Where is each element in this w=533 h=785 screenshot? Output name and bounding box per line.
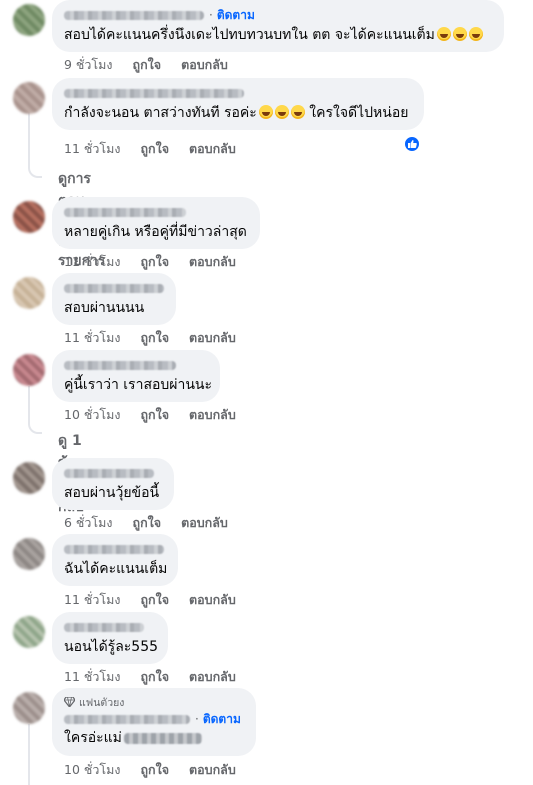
reply-button[interactable]: ตอบกลับ bbox=[189, 405, 236, 425]
laughing-emoji-icon bbox=[258, 105, 273, 119]
timestamp[interactable]: 9 ชั่วโมง bbox=[64, 55, 113, 75]
top-fan-badge: แฟนตัวยง bbox=[64, 695, 244, 709]
commenter-name[interactable] bbox=[64, 714, 190, 724]
laughing-emoji-icon bbox=[274, 105, 289, 119]
comment-actions: 11 ชั่วโมง ถูกใจ ตอบกลับ bbox=[64, 667, 236, 687]
like-button[interactable]: ถูกใจ bbox=[140, 139, 169, 159]
diamond-icon bbox=[64, 697, 75, 707]
reply-button[interactable]: ตอบกลับ bbox=[189, 590, 236, 610]
comment-bubble: ฉันได้คะแนนเต็ม bbox=[52, 534, 178, 586]
avatar[interactable] bbox=[13, 354, 45, 386]
comment-text: สอบได้คะแนนครึ่งนึงเดะไปทบทวนบทใน ตต จะไ… bbox=[64, 26, 492, 45]
commenter-name[interactable] bbox=[64, 10, 204, 20]
reply-button[interactable]: ตอบกลับ bbox=[189, 760, 236, 780]
grin-emoji-icon bbox=[436, 27, 451, 41]
comment-text: นอนได้รู้ละ555 bbox=[64, 639, 159, 655]
like-button[interactable]: ถูกใจ bbox=[140, 760, 169, 780]
avatar[interactable] bbox=[13, 692, 45, 724]
thread-line bbox=[28, 386, 30, 422]
comment-bubble: คู่นี้เราว่า เราสอบผ่านนะ bbox=[52, 350, 220, 402]
like-button[interactable]: ถูกใจ bbox=[140, 667, 169, 687]
comment-actions: 11 ชั่วโมง ถูกใจ ตอบกลับ bbox=[64, 252, 236, 272]
comment-bubble: นอนได้รู้ละ555 bbox=[52, 612, 168, 664]
commenter-name[interactable] bbox=[64, 544, 164, 554]
timestamp[interactable]: 10 ชั่วโมง bbox=[64, 405, 120, 425]
avatar[interactable] bbox=[13, 201, 45, 233]
timestamp[interactable]: 11 ชั่วโมง bbox=[64, 590, 120, 610]
comment-bubble: หลายคู่เกิน หรือคู่ที่มีข่าวล่าสุด bbox=[52, 197, 260, 249]
avatar[interactable] bbox=[13, 277, 45, 309]
comment-bubble: กำลังจะนอน ตาสว่างทันที รอค่ะ ใครใจดีไปห… bbox=[52, 78, 424, 130]
timestamp[interactable]: 11 ชั่วโมง bbox=[64, 328, 120, 348]
comment-text: สอบผ่านวุ้ยข้อนี้ bbox=[64, 485, 160, 501]
follow-link[interactable]: ติดตาม bbox=[217, 6, 255, 25]
comment-actions: 11 ชั่วโมง ถูกใจ ตอบกลับ bbox=[64, 590, 236, 610]
thread-line bbox=[28, 112, 30, 168]
comment-actions: 9 ชั่วโมง ถูกใจ ตอบกลับ bbox=[64, 55, 228, 75]
comment-bubble: สอบผ่านนนน bbox=[52, 273, 176, 325]
thread-connector bbox=[28, 164, 42, 178]
thread-connector bbox=[28, 420, 42, 434]
thumbs-up-reaction-icon[interactable] bbox=[403, 135, 421, 153]
timestamp[interactable]: 11 ชั่วโมง bbox=[64, 252, 120, 272]
commenter-name[interactable] bbox=[64, 283, 164, 293]
grin-emoji-icon bbox=[452, 27, 467, 41]
reply-button[interactable]: ตอบกลับ bbox=[189, 252, 236, 272]
like-button[interactable]: ถูกใจ bbox=[140, 590, 169, 610]
avatar[interactable] bbox=[13, 538, 45, 570]
mention-name bbox=[123, 732, 202, 744]
grin-emoji-icon bbox=[468, 27, 483, 41]
commenter-name[interactable] bbox=[64, 622, 144, 632]
like-button[interactable]: ถูกใจ bbox=[133, 55, 162, 75]
comment-text: คู่นี้เราว่า เราสอบผ่านนะ bbox=[64, 377, 213, 393]
like-button[interactable]: ถูกใจ bbox=[140, 405, 169, 425]
reply-button[interactable]: ตอบกลับ bbox=[189, 667, 236, 687]
avatar[interactable] bbox=[13, 616, 45, 648]
reply-button[interactable]: ตอบกลับ bbox=[181, 513, 228, 533]
commenter-name[interactable] bbox=[64, 468, 154, 478]
follow-link[interactable]: ติดตาม bbox=[203, 710, 241, 729]
comment-bubble: แฟนตัวยง · ติดตาม ใครอ่ะแม่ bbox=[52, 688, 256, 756]
comment-actions: 6 ชั่วโมง ถูกใจ ตอบกลับ bbox=[64, 513, 228, 533]
comment-actions: 10 ชั่วโมง ถูกใจ ตอบกลับ bbox=[64, 405, 236, 425]
reply-button[interactable]: ตอบกลับ bbox=[189, 139, 236, 159]
comment-text: ฉันได้คะแนนเต็ม bbox=[64, 561, 168, 577]
timestamp[interactable]: 11 ชั่วโมง bbox=[64, 139, 120, 159]
comment-text: หลายคู่เกิน หรือคู่ที่มีข่าวล่าสุด bbox=[64, 224, 247, 240]
comment-text: กำลังจะนอน ตาสว่างทันที รอค่ะ ใครใจดีไปห… bbox=[64, 105, 409, 121]
avatar[interactable] bbox=[13, 4, 45, 36]
reply-button[interactable]: ตอบกลับ bbox=[181, 55, 228, 75]
thread-line bbox=[28, 724, 30, 785]
like-button[interactable]: ถูกใจ bbox=[140, 252, 169, 272]
like-button[interactable]: ถูกใจ bbox=[140, 328, 169, 348]
avatar[interactable] bbox=[13, 82, 45, 114]
like-button[interactable]: ถูกใจ bbox=[133, 513, 162, 533]
comment-text: ใครอ่ะแม่ bbox=[64, 729, 244, 748]
comment-bubble: · ติดตาม สอบได้คะแนนครึ่งนึงเดะไปทบทวนบท… bbox=[52, 0, 504, 52]
laughing-emoji-icon bbox=[290, 105, 305, 119]
comment-actions: 10 ชั่วโมง ถูกใจ ตอบกลับ bbox=[64, 760, 236, 780]
timestamp[interactable]: 11 ชั่วโมง bbox=[64, 667, 120, 687]
reply-button[interactable]: ตอบกลับ bbox=[189, 328, 236, 348]
commenter-name[interactable] bbox=[64, 360, 176, 370]
comment-actions: 11 ชั่วโมง ถูกใจ ตอบกลับ bbox=[64, 139, 236, 159]
commenter-name[interactable] bbox=[64, 88, 244, 98]
comment-bubble: สอบผ่านวุ้ยข้อนี้ bbox=[52, 458, 174, 510]
commenter-name[interactable] bbox=[64, 207, 186, 217]
comment-text: สอบผ่านนนน bbox=[64, 300, 145, 316]
avatar[interactable] bbox=[13, 462, 45, 494]
comment-actions: 11 ชั่วโมง ถูกใจ ตอบกลับ bbox=[64, 328, 236, 348]
timestamp[interactable]: 6 ชั่วโมง bbox=[64, 513, 113, 533]
timestamp[interactable]: 10 ชั่วโมง bbox=[64, 760, 120, 780]
